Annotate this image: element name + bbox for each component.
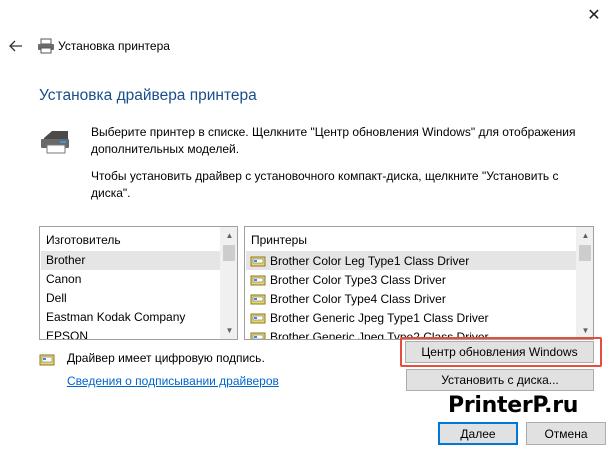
manufacturer-item[interactable]: EPSON [41,327,220,339]
windows-update-button[interactable]: Центр обновления Windows [405,341,594,363]
driver-signing-link[interactable]: Сведения о подписывании драйверов [67,374,279,388]
cancel-button[interactable]: Отмена [526,422,606,445]
printer-item-label: Brother Color Type4 Class Driver [270,291,446,306]
driver-icon [250,294,266,304]
printer-list[interactable]: Принтеры Brother Color Leg Type1 Class D… [244,226,594,340]
scroll-up-icon[interactable]: ▲ [221,227,237,244]
driver-icon [250,313,266,323]
printer-item[interactable]: Brother Generic Jpeg Type1 Class Driver [246,308,576,327]
manufacturer-item[interactable]: Dell [41,289,220,308]
printer-item[interactable]: Brother Color Leg Type1 Class Driver [246,251,576,270]
window-title: Установка принтера [58,39,170,53]
driver-icon [250,332,266,339]
manufacturer-list-header: Изготовитель [46,233,121,247]
manufacturer-item[interactable]: Canon [41,270,220,289]
scroll-up-icon[interactable]: ▲ [577,227,593,244]
back-arrow-icon[interactable] [6,37,26,55]
have-disk-button[interactable]: Установить с диска... [406,369,594,391]
driver-icon [250,256,266,266]
printer-item[interactable]: Brother Color Type4 Class Driver [246,289,576,308]
printer-item-label: Brother Generic Jpeg Type1 Class Driver [270,310,489,325]
scroll-thumb[interactable] [579,245,591,261]
printer-list-header: Принтеры [251,233,307,247]
printer-icon [37,38,55,54]
instruction-text-1: Выберите принтер в списке. Щелкните "Цен… [91,125,576,156]
printer-item[interactable]: Brother Color Type3 Class Driver [246,270,576,289]
signed-driver-icon [39,352,55,368]
printer-scrollbar[interactable]: ▲ ▼ [576,227,593,339]
watermark: PrinterP.ru [448,393,579,418]
signature-status: Драйвер имеет цифровую подпись. [67,351,265,365]
manufacturer-item[interactable]: Brother [41,251,220,270]
scroll-down-icon[interactable]: ▼ [221,322,237,339]
page-heading: Установка драйвера принтера [39,87,257,104]
printer-item-label: Brother Color Leg Type1 Class Driver [270,253,470,268]
close-button[interactable]: ✕ [574,0,614,30]
next-button[interactable]: Далее [438,422,518,445]
manufacturer-list[interactable]: Изготовитель Brother Canon Dell Eastman … [39,226,238,340]
scroll-thumb[interactable] [223,245,235,261]
instruction-text-2: Чтобы установить драйвер с установочного… [91,169,559,200]
printer-large-icon [38,128,72,154]
printer-item-label: Brother Color Type3 Class Driver [270,272,446,287]
manufacturer-scrollbar[interactable]: ▲ ▼ [220,227,237,339]
manufacturer-item[interactable]: Eastman Kodak Company [41,308,220,327]
driver-icon [250,275,266,285]
